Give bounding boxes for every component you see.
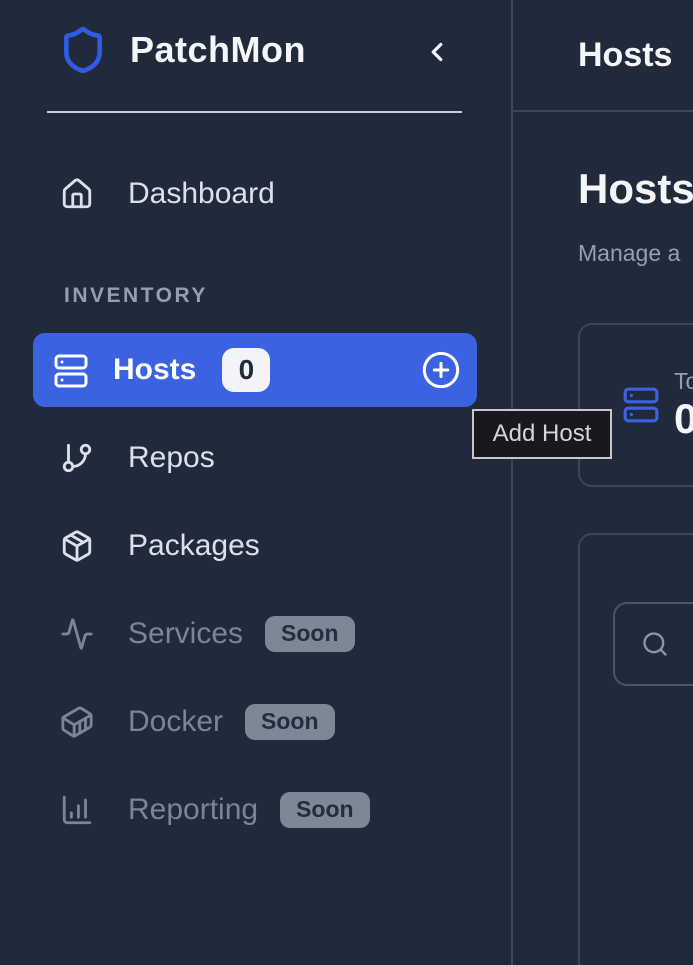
brand-divider [47,111,462,113]
sidebar-item-reporting: Reporting Soon [33,786,477,834]
sidebar-collapse-button[interactable] [415,32,459,72]
chart-column-icon [60,793,94,827]
brand: PatchMon [58,22,471,78]
main-content: Hosts Hosts Manage a To 0 [513,0,693,965]
total-hosts-card: To 0 [578,323,693,487]
server-icon [622,386,660,424]
circle-plus-icon [421,350,461,390]
sidebar-item-packages[interactable]: Packages [33,522,477,570]
soon-badge: Soon [245,704,335,740]
search-input[interactable] [613,602,693,686]
chevron-left-icon [422,37,452,67]
sidebar-item-docker: Docker Soon [33,698,477,746]
server-icon [53,353,87,387]
search-icon [641,630,669,658]
house-icon [60,177,94,211]
stat-label: To [674,368,693,396]
app-title: PatchMon [130,29,306,71]
page-subtitle: Manage a [578,240,693,267]
container-icon [60,705,94,739]
topbar: Hosts [513,0,693,112]
sidebar-item-label: Packages [128,529,260,563]
add-host-tooltip: Add Host [472,409,612,459]
sidebar-section-inventory: INVENTORY [64,284,208,308]
stat-value: 0 [674,396,693,442]
soon-badge: Soon [265,616,355,652]
page-title: Hosts [578,165,693,213]
add-host-button[interactable] [421,350,461,390]
sidebar-item-label: Docker [128,705,223,739]
hosts-list-card [578,533,693,965]
topbar-title: Hosts [578,36,672,75]
sidebar-item-label: Hosts [113,353,196,387]
sidebar-item-label: Repos [128,441,215,475]
sidebar-item-repos[interactable]: Repos [33,434,477,482]
package-icon [60,529,94,563]
sidebar-item-label: Dashboard [128,177,275,211]
shield-icon [58,25,108,75]
sidebar-item-label: Reporting [128,793,258,827]
sidebar-item-hosts[interactable]: Hosts 0 [33,333,477,407]
activity-icon [60,617,94,651]
sidebar-item-services: Services Soon [33,610,477,658]
sidebar-item-label: Services [128,617,243,651]
git-branch-icon [60,441,94,475]
sidebar-item-dashboard[interactable]: Dashboard [33,170,477,218]
soon-badge: Soon [280,792,370,828]
hosts-count-badge: 0 [222,348,270,392]
sidebar: PatchMon Dashboard INVENTORY [0,0,513,965]
